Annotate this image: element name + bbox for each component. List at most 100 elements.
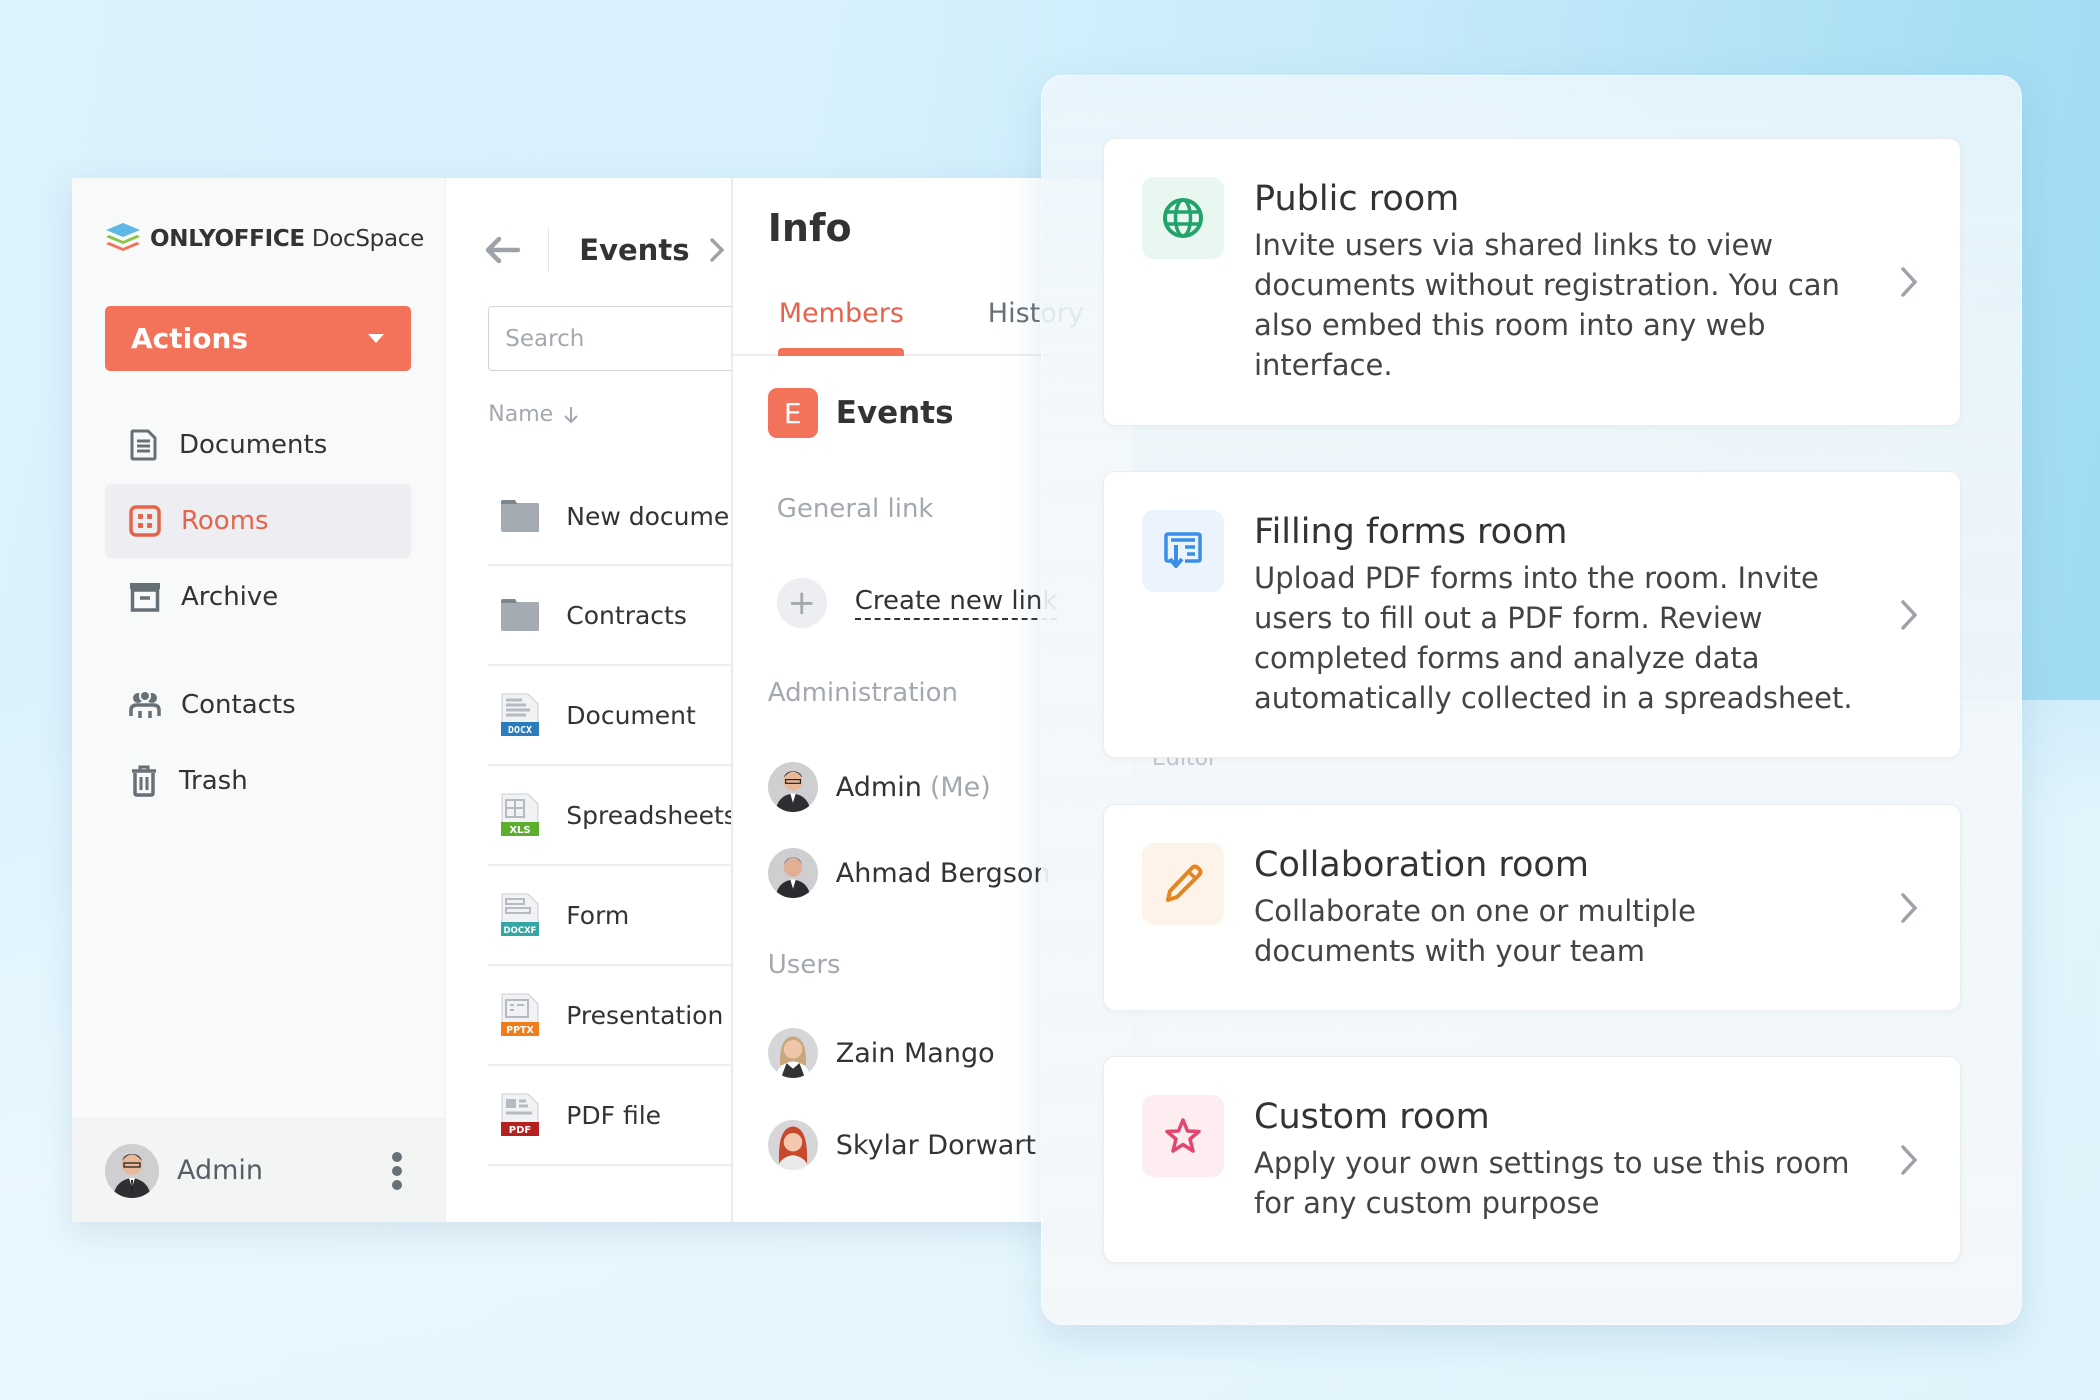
chevron-right-icon (1901, 599, 1918, 630)
file-row[interactable]: PDF PDF file (488, 1066, 731, 1166)
card-icon-container (1142, 177, 1224, 259)
room-type-filling-forms[interactable]: Filling forms room Upload PDF forms into… (1103, 471, 1961, 758)
sidebar-item-label: Archive (181, 582, 279, 612)
file-row[interactable]: DOCXF Form (488, 866, 731, 966)
header-divider (548, 228, 550, 272)
chevron-right-icon[interactable] (709, 237, 725, 263)
sidebar-item-archive[interactable]: Archive (105, 560, 411, 634)
sidebar-item-label: Contacts (181, 690, 296, 720)
card-title: Custom room (1254, 1097, 1490, 1137)
sidebar-item-trash[interactable]: Trash (105, 744, 411, 818)
file-row[interactable]: XLS Spreadsheets (488, 766, 733, 866)
card-title: Collaboration room (1254, 845, 1589, 885)
user-name: Admin (177, 1155, 264, 1186)
avatar (767, 848, 818, 898)
member-item[interactable]: Ahmad Bergson (767, 848, 1051, 898)
member-item[interactable]: Skylar Dorwart (767, 1120, 1037, 1170)
card-description: Apply your own settings to use this room… (1254, 1146, 1850, 1220)
xls-file-icon: XLS (501, 793, 540, 836)
actions-button[interactable]: Actions (105, 306, 411, 371)
create-link-text: Create new link (854, 586, 1058, 620)
create-new-link-button[interactable]: + Create new link (776, 578, 1058, 628)
user-profile-footer: Admin (72, 1118, 446, 1222)
avatar[interactable] (105, 1143, 159, 1198)
card-icon-container (1142, 510, 1224, 592)
general-link-label: General link (776, 494, 934, 524)
room-type-public[interactable]: Public room Invite users via shared link… (1103, 138, 1961, 426)
card-title: Public room (1254, 179, 1460, 219)
room-name: Events (835, 395, 954, 431)
active-tab-indicator (777, 348, 904, 356)
room-logo: E (767, 388, 818, 438)
file-name: Form (566, 900, 630, 930)
onlyoffice-logo-icon (106, 223, 140, 251)
rooms-icon (129, 505, 161, 537)
sidebar-item-rooms[interactable]: Rooms (105, 484, 411, 558)
sidebar-item-label: Rooms (181, 506, 269, 536)
svg-text:XLS: XLS (510, 825, 531, 836)
sidebar: ONLYOFFICE DocSpace Actions Documents Ro… (72, 178, 447, 1222)
trash-icon (132, 765, 156, 797)
actions-label: Actions (131, 322, 249, 355)
file-name: Contracts (566, 600, 687, 630)
pencil-icon (1166, 864, 1203, 902)
room-type-collaboration[interactable]: Collaboration room Collaborate on one or… (1103, 804, 1961, 1011)
sidebar-item-contacts[interactable]: Contacts (105, 668, 411, 742)
member-item[interactable]: Zain Mango (767, 1028, 995, 1078)
member-name: Admin (Me) (835, 771, 991, 803)
card-title: Filling forms room (1254, 512, 1568, 552)
more-options-icon[interactable] (392, 1151, 403, 1190)
logo: ONLYOFFICE DocSpace (104, 222, 424, 256)
globe-icon (1163, 198, 1203, 238)
svg-text:PDF: PDF (509, 1125, 531, 1136)
svg-text:DOCX: DOCX (508, 725, 532, 736)
svg-text:DOCXF: DOCXF (504, 926, 537, 936)
file-row[interactable]: New documents (488, 468, 731, 566)
card-icon-container (1142, 1095, 1224, 1177)
file-name: Presentation (566, 1000, 724, 1030)
file-name: New documents (566, 501, 730, 531)
avatar (767, 1028, 818, 1078)
room-type-panel: Editor Public room Invite users via shar… (1041, 75, 2022, 1325)
card-icon-container (1142, 843, 1224, 925)
file-row[interactable]: Contracts (488, 566, 731, 666)
card-description: Upload PDF forms into the room. Invite u… (1254, 561, 1853, 715)
sidebar-item-documents[interactable]: Documents (105, 408, 411, 482)
info-title: Info (767, 206, 852, 250)
form-fill-icon (1164, 532, 1202, 568)
room-type-custom[interactable]: Custom room Apply your own settings to u… (1103, 1056, 1961, 1263)
file-list: New documents Contracts DOCX Document XL… (488, 468, 733, 1166)
files-header: Events (484, 228, 725, 272)
file-name: Spreadsheets (566, 800, 733, 830)
pptx-file-icon: PPTX (501, 993, 540, 1036)
file-row[interactable]: DOCX Document (488, 666, 731, 766)
member-name: Zain Mango (835, 1037, 995, 1069)
caret-down-icon (368, 334, 384, 343)
folder-icon (501, 599, 540, 631)
sort-by-name-header[interactable]: Name (488, 402, 579, 427)
sidebar-nav: Documents Rooms Archive Contacts Trash (105, 408, 411, 820)
document-icon (130, 429, 157, 461)
plus-icon: + (776, 578, 827, 628)
archive-icon (130, 583, 160, 612)
file-name: Document (566, 700, 696, 730)
pdf-file-icon: PDF (501, 1093, 540, 1136)
avatar (767, 1120, 818, 1170)
room-header: E Events (767, 388, 954, 438)
svg-text:PPTX: PPTX (506, 1025, 534, 1036)
back-arrow-icon[interactable] (484, 235, 521, 265)
column-header-name: Name (488, 402, 554, 427)
tab-members[interactable]: Members (779, 298, 904, 329)
member-name: Skylar Dorwart (835, 1129, 1037, 1161)
file-row[interactable]: PPTX Presentation (488, 966, 731, 1066)
member-item[interactable]: Admin (Me) (767, 762, 991, 812)
chevron-right-icon (1901, 1144, 1918, 1175)
sidebar-item-label: Trash (179, 766, 248, 796)
users-label: Users (767, 950, 841, 980)
sidebar-item-label: Documents (179, 430, 328, 460)
administration-label: Administration (767, 678, 959, 708)
arrow-down-icon (564, 406, 578, 423)
card-description: Invite users via shared links to view do… (1254, 228, 1840, 382)
search-input[interactable] (488, 306, 731, 371)
docx-file-icon: DOCX (501, 693, 540, 736)
